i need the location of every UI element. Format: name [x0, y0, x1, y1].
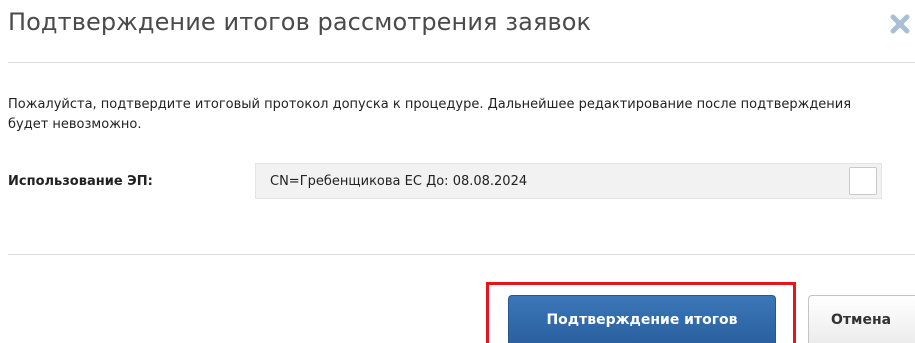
footer-divider	[8, 254, 915, 255]
signature-select[interactable]: CN=Гребенщикова ЕС До: 08.08.2024	[255, 163, 882, 199]
dialog-title: Подтверждение итогов рассмотрения заявок	[8, 8, 592, 36]
confirmation-message: Пожалуйста, подтвердите итоговый протоко…	[8, 97, 852, 132]
cancel-button[interactable]: Отмена	[808, 295, 915, 343]
signature-label: Использование ЭП:	[8, 174, 153, 189]
close-button[interactable]	[888, 12, 912, 36]
highlight-frame	[486, 282, 796, 343]
signature-value: CN=Гребенщикова ЕС До: 08.08.2024	[270, 174, 528, 189]
close-icon	[890, 14, 910, 34]
header-divider	[8, 62, 915, 63]
signature-dropdown-toggle[interactable]	[849, 167, 877, 195]
confirm-results-dialog: Подтверждение итогов рассмотрения заявок…	[0, 0, 915, 343]
